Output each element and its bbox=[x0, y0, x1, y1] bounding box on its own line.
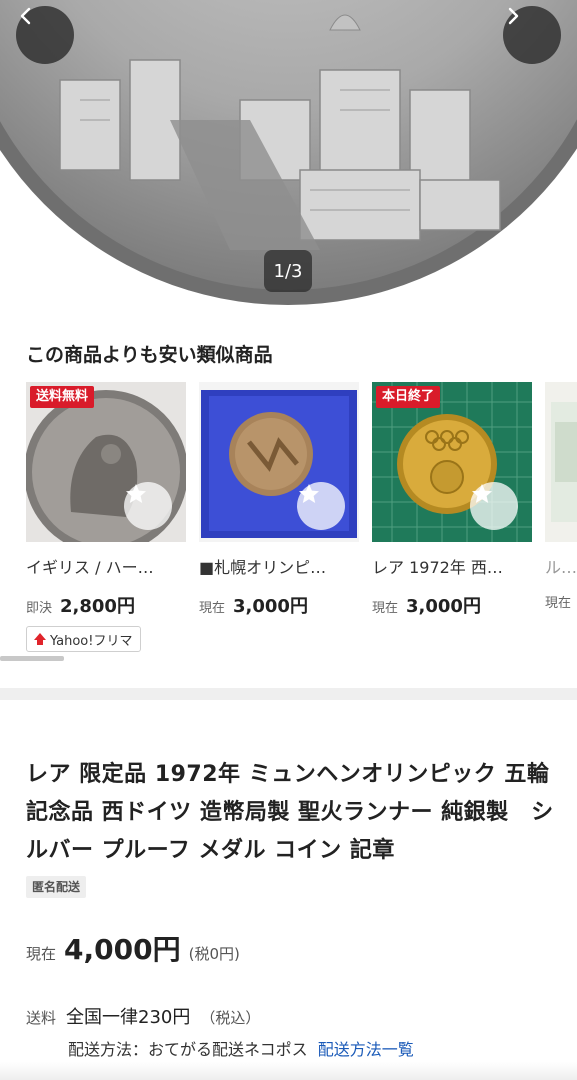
product-image-gallery[interactable]: 1/3 bbox=[0, 0, 577, 320]
price-value: 3,000円 bbox=[233, 596, 308, 617]
similar-item-price-row: 即決 2,800円 bbox=[26, 592, 186, 618]
chevron-right-icon bbox=[508, 7, 519, 25]
item-title: レア 限定品 1972年 ミュンヘンオリンピック 五輪 記念品 西ドイツ 造幣局… bbox=[26, 762, 554, 863]
gallery-counter: 1/3 bbox=[264, 250, 312, 292]
similar-item-card[interactable]: ルー… 現在 bbox=[545, 382, 577, 611]
similar-items-carousel[interactable]: 送料無料 イギリス / ハー… 即決 2,800円 ■札幌オリンピ… 現在 3,… bbox=[0, 382, 577, 662]
shipping-methods-link[interactable]: 配送方法一覧 bbox=[318, 1036, 414, 1060]
similar-item-thumbnail[interactable] bbox=[199, 382, 359, 542]
star-icon bbox=[299, 484, 319, 503]
similar-item-title: レア 1972年 西… bbox=[372, 558, 503, 577]
partial-thumbnail-image bbox=[545, 382, 577, 542]
ending-today-tag: 本日終了 bbox=[376, 386, 441, 408]
shipping-value: 全国一律230円 bbox=[66, 1007, 191, 1028]
current-price-row: 現在 4,000円 (税0円) bbox=[26, 928, 240, 968]
similar-item-price-row: 現在 bbox=[545, 592, 577, 611]
similar-item-thumbnail[interactable]: 送料無料 bbox=[26, 382, 186, 542]
shipping-method-row: 配送方法：おてがる配送ネコポス 配送方法一覧 bbox=[68, 1036, 414, 1060]
current-price-label: 現在 bbox=[26, 945, 57, 963]
price-label: 即決 bbox=[26, 601, 53, 616]
tax-note: (税0円) bbox=[188, 945, 240, 963]
yahoo-flea-market-label: Yahoo!フリマ bbox=[50, 633, 133, 649]
similar-item-price-row: 現在 3,000円 bbox=[372, 592, 532, 618]
carousel-scrollbar[interactable] bbox=[0, 656, 577, 661]
star-icon bbox=[126, 484, 146, 503]
shipping-label: 送料 bbox=[26, 1009, 57, 1027]
gallery-next-button[interactable] bbox=[503, 6, 561, 64]
price-label: 現在 bbox=[199, 601, 226, 616]
similar-item-title: イギリス / ハー… bbox=[26, 558, 154, 577]
carousel-scrollbar-thumb[interactable] bbox=[0, 656, 64, 661]
bottom-shade bbox=[0, 1062, 577, 1080]
anonymous-shipping-badge: 匿名配送 bbox=[26, 876, 87, 898]
price-label: 現在 bbox=[545, 596, 572, 611]
current-price-value: 4,000円 bbox=[64, 933, 181, 966]
favorite-button[interactable] bbox=[124, 482, 172, 530]
similar-item-card[interactable]: ■札幌オリンピ… 現在 3,000円 bbox=[199, 382, 359, 618]
shipping-row: 送料 全国一律230円 （税込） bbox=[26, 1003, 260, 1029]
similar-section-title: この商品よりも安い類似商品 bbox=[26, 344, 273, 366]
star-icon bbox=[472, 484, 492, 503]
shipping-method-text: 配送方法：おてがる配送ネコポス bbox=[68, 1040, 308, 1059]
similar-item-title: ■札幌オリンピ… bbox=[199, 558, 327, 577]
similar-item-card[interactable]: 本日終了 レア 1972年 西… 現在 3,000円 bbox=[372, 382, 532, 618]
section-divider bbox=[0, 688, 577, 700]
flea-market-logo-icon bbox=[34, 633, 46, 645]
similar-item-title: ルー… bbox=[545, 558, 577, 577]
similar-item-thumbnail[interactable]: 本日終了 bbox=[372, 382, 532, 542]
yahoo-flea-market-badge: Yahoo!フリマ bbox=[26, 626, 142, 652]
favorite-button[interactable] bbox=[297, 482, 345, 530]
favorite-button[interactable] bbox=[470, 482, 518, 530]
free-shipping-tag: 送料無料 bbox=[30, 386, 95, 408]
price-value: 3,000円 bbox=[406, 596, 481, 617]
gallery-prev-button[interactable] bbox=[16, 6, 74, 64]
price-value: 2,800円 bbox=[60, 596, 135, 617]
chevron-left-icon bbox=[20, 7, 31, 25]
price-label: 現在 bbox=[372, 601, 399, 616]
similar-item-card[interactable]: 送料無料 イギリス / ハー… 即決 2,800円 bbox=[26, 382, 186, 618]
shipping-tax-note: （税込） bbox=[200, 1009, 261, 1027]
similar-item-price-row: 現在 3,000円 bbox=[199, 592, 359, 618]
similar-item-thumbnail[interactable] bbox=[545, 382, 577, 542]
